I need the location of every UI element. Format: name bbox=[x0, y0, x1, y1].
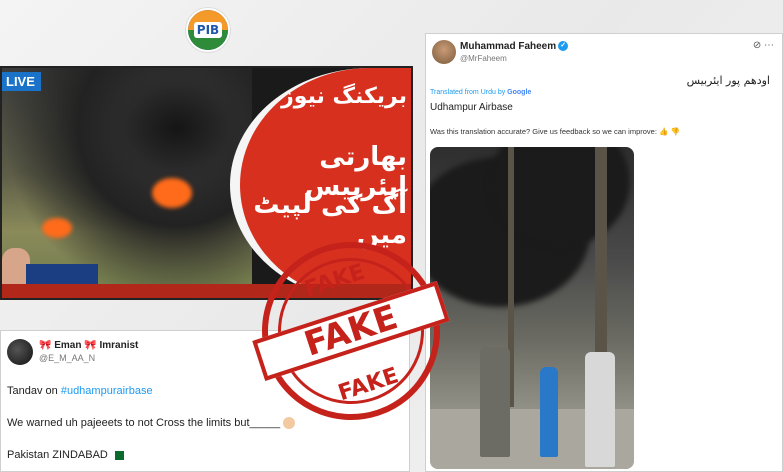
pib-logo: PIB bbox=[186, 8, 230, 52]
tweet-author-handle: @E_M_AA_N bbox=[39, 353, 96, 363]
person-figure bbox=[480, 347, 510, 457]
smoke-cloud bbox=[102, 68, 252, 188]
person-figure bbox=[540, 367, 558, 457]
tweet-text-line: Tandav on #udhampurairbase bbox=[7, 385, 153, 397]
tweet-actions: ⊘ ⋯ bbox=[753, 40, 774, 51]
headline-line-2: آگ کی لپیٹ میں bbox=[253, 190, 407, 250]
verified-badge-icon: ✓ bbox=[558, 41, 569, 52]
thumbs-up-icon[interactable]: 👍 bbox=[659, 127, 668, 136]
avatar[interactable] bbox=[432, 40, 456, 64]
fire-glow bbox=[42, 218, 72, 238]
translated-text: Udhampur Airbase bbox=[430, 102, 513, 113]
grok-icon[interactable]: ⊘ bbox=[753, 40, 761, 51]
tweet-photo[interactable] bbox=[430, 147, 634, 469]
feedback-text: Was this translation accurate? Give us f… bbox=[430, 127, 657, 136]
bow-icon: 🎀 bbox=[84, 340, 97, 351]
tweet-text-line: We warned uh pajeeets to not Cross the l… bbox=[7, 417, 296, 430]
translation-attribution: Translated from Urdu by Google bbox=[430, 89, 531, 96]
person-figure bbox=[585, 352, 615, 467]
avatar[interactable] bbox=[7, 339, 33, 365]
tweet-author-name[interactable]: 🎀 Eman 🎀 Imranist bbox=[39, 340, 138, 351]
author-first-name: Eman bbox=[54, 340, 82, 351]
pakistan-flag-icon bbox=[111, 450, 124, 460]
google-logo: Google bbox=[507, 89, 532, 96]
tweet-author-name[interactable]: Muhammad Faheem ✓ bbox=[460, 41, 569, 52]
breaking-news-label: بریکنگ نیوز bbox=[281, 84, 407, 109]
bow-icon: 🎀 bbox=[39, 340, 52, 351]
live-badge: LIVE bbox=[2, 72, 41, 91]
logo-text: PIB bbox=[194, 22, 222, 38]
tweet-text: Tandav on bbox=[7, 385, 61, 397]
author-suffix: Imranist bbox=[99, 340, 139, 351]
fire-glow bbox=[152, 178, 192, 208]
translated-label: Translated from Urdu by bbox=[430, 89, 506, 96]
author-name-text: Muhammad Faheem bbox=[460, 41, 557, 52]
more-options-icon[interactable]: ⋯ bbox=[764, 40, 774, 51]
tweet-text: We warned uh pajeeets to not Cross the l… bbox=[7, 417, 281, 429]
translation-feedback: Was this translation accurate? Give us f… bbox=[430, 127, 680, 136]
tweet-text: Pakistan ZINDABAD bbox=[7, 449, 108, 461]
tweet-original-text: اودھم پور ایئربیس bbox=[686, 74, 770, 87]
tweet-text-line: Pakistan ZINDABAD bbox=[7, 449, 124, 461]
hashtag-link[interactable]: #udhampurairbase bbox=[61, 385, 153, 397]
tweet-author-handle: @MrFaheem bbox=[460, 54, 507, 63]
thumbs-down-icon[interactable]: 👎 bbox=[670, 127, 679, 136]
tweet-card-faheem: Muhammad Faheem ✓ @MrFaheem ⊘ ⋯ اودھم پور… bbox=[425, 33, 783, 472]
